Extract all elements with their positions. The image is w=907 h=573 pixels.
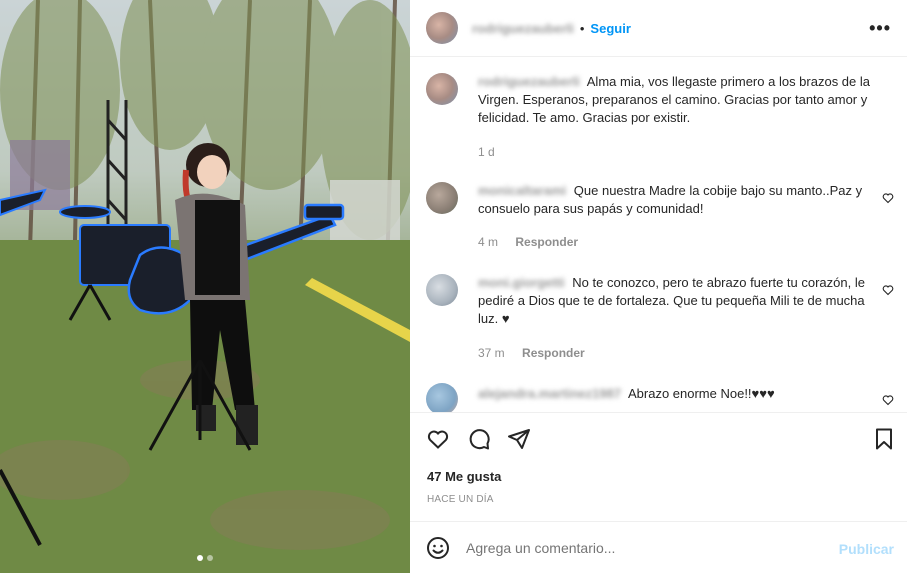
post-timestamp[interactable]: HACE UN DÍA [427, 494, 494, 505]
comment-meta: 37 m Responder [478, 346, 585, 360]
caption-body: rodriguezauberli Alma mia, vos llegaste … [478, 73, 883, 127]
like-heart-icon[interactable] [426, 427, 450, 451]
comment-username[interactable]: alejandra.martinez1987 [478, 386, 621, 401]
share-send-icon[interactable] [507, 427, 531, 451]
caption-meta: 1 d [478, 145, 495, 159]
reply-button[interactable]: Responder [515, 235, 578, 249]
likes-count[interactable]: 47 Me gusta [427, 469, 501, 484]
caption-time[interactable]: 1 d [478, 145, 495, 159]
comment-meta: 4 m Responder [478, 235, 578, 249]
follow-button[interactable]: Seguir [590, 21, 630, 36]
comments-list[interactable]: rodriguezauberli Alma mia, vos llegaste … [410, 57, 907, 412]
comment-body: moni.giorgetti No te conozco, pero te ab… [478, 274, 883, 328]
comment-username[interactable]: moni.giorgetti [478, 275, 565, 290]
like-comment-heart-icon[interactable] [882, 192, 894, 204]
comment-avatar[interactable] [426, 182, 458, 214]
comment-avatar[interactable] [426, 383, 458, 412]
comment-avatar[interactable] [426, 274, 458, 306]
photo-illustration [0, 0, 410, 573]
reply-button[interactable]: Responder [522, 346, 585, 360]
like-comment-heart-icon[interactable] [882, 284, 894, 296]
caption-username[interactable]: rodriguezauberli [478, 74, 580, 89]
comment-username[interactable]: monicaltarami [478, 183, 566, 198]
publish-button[interactable]: Publicar [839, 541, 894, 557]
carousel-dot[interactable] [207, 555, 213, 561]
post-photo[interactable] [0, 0, 410, 573]
author-avatar[interactable] [426, 12, 458, 44]
comment-bubble-icon[interactable] [467, 427, 491, 451]
bookmark-icon[interactable] [872, 427, 896, 451]
comment-input[interactable] [466, 540, 806, 556]
comment-body: monicaltarami Que nuestra Madre la cobij… [478, 182, 883, 218]
comment-time[interactable]: 4 m [478, 235, 498, 249]
header-separator: • [579, 20, 585, 36]
comment-time[interactable]: 37 m [478, 346, 505, 360]
post-actions [410, 412, 907, 462]
emoji-smile-icon[interactable] [426, 536, 450, 560]
add-comment-bar: Publicar [410, 521, 907, 573]
post-sidebar: rodriguezauberli • Seguir ••• rodrigueza… [410, 0, 907, 573]
post-header: rodriguezauberli • Seguir ••• [410, 0, 907, 57]
like-comment-heart-icon[interactable] [882, 394, 894, 406]
more-horizontal-icon[interactable]: ••• [869, 18, 891, 39]
author-username[interactable]: rodriguezauberli [472, 21, 574, 36]
carousel-indicators [0, 555, 410, 561]
comment-text: Abrazo enorme Noe!!♥♥♥ [627, 386, 775, 401]
comment-body: alejandra.martinez1987 Abrazo enorme Noe… [478, 385, 883, 403]
caption-avatar[interactable] [426, 73, 458, 105]
carousel-dot-active[interactable] [197, 555, 203, 561]
